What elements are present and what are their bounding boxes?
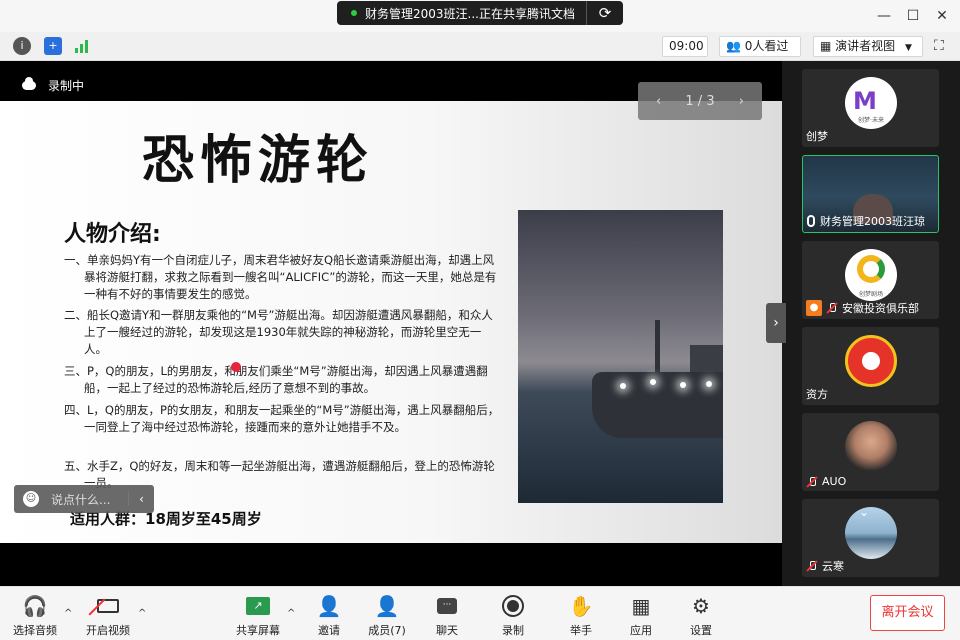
- participant-name: 资方: [806, 388, 828, 401]
- record-button[interactable]: 录制: [498, 594, 528, 638]
- grid-icon: ▦: [820, 39, 832, 53]
- invite-button[interactable]: 👤 邀请: [314, 594, 344, 638]
- avatar: M 创梦·未来: [845, 77, 897, 129]
- record-icon: [498, 594, 528, 618]
- collapse-chat-icon[interactable]: ‹: [128, 492, 154, 506]
- chat-input-box[interactable]: ☺ 说点什么... ‹: [14, 485, 154, 513]
- participant-tile[interactable]: M 创梦·未来 创梦: [802, 69, 939, 147]
- maximize-button[interactable]: ☐: [901, 4, 925, 28]
- settings-button[interactable]: ⚙ 设置: [686, 594, 716, 638]
- audio-options-caret[interactable]: ^: [64, 608, 72, 619]
- people-icon: 👥: [726, 39, 741, 53]
- participant-name: AUO: [822, 475, 847, 488]
- signal-icon[interactable]: [75, 39, 91, 53]
- character-paragraph: 二、船长Q邀请Y和一群朋友乘他的“M号”游艇出海。却因游艇遭遇风暴翻船，和众人上…: [64, 308, 493, 356]
- sharing-status-pill[interactable]: 财务管理2003班汪...正在共享腾讯文档 ⟳: [337, 1, 623, 25]
- members-icon: 👤: [374, 594, 400, 618]
- viewers-count[interactable]: 👥 0人看过: [719, 36, 801, 57]
- audio-button[interactable]: 🎧 选择音频: [12, 594, 58, 638]
- info-icon[interactable]: i: [13, 37, 31, 55]
- laser-pointer: [231, 362, 241, 372]
- mic-muted-icon: [806, 560, 818, 572]
- participant-name: 财务管理2003班汪琼: [820, 215, 925, 228]
- participant-name: 安徽投资俱乐部: [842, 302, 919, 315]
- participant-tile-active[interactable]: 财务管理2003班汪琼: [802, 155, 939, 233]
- meeting-timer: 09:00: [662, 36, 708, 57]
- camera-off-icon: [82, 594, 134, 618]
- chevron-down-icon[interactable]: ⌄: [859, 505, 869, 519]
- avatar: [845, 507, 897, 559]
- headset-icon: 🎧: [22, 594, 48, 618]
- character-paragraph: 一、单亲妈妈Y有一个自闭症儿子，周末君华被好友Q船长邀请乘游艇出海，却遇上风暴将…: [64, 253, 497, 301]
- members-button[interactable]: 👤 成员(7): [366, 594, 408, 638]
- close-button[interactable]: ✕: [930, 4, 954, 28]
- slide-subtitle: 人物介绍:: [64, 222, 161, 247]
- participant-name: 云寒: [822, 560, 844, 573]
- title-bar: 财务管理2003班汪...正在共享腾讯文档 ⟳ — ☐ ✕: [0, 0, 960, 32]
- view-mode-select[interactable]: ▦ 演讲者视图 ▼: [813, 36, 923, 57]
- prev-page-icon[interactable]: ‹: [656, 94, 661, 109]
- video-options-caret[interactable]: ^: [138, 608, 146, 619]
- mic-icon: [807, 215, 815, 227]
- mic-muted-icon: [806, 476, 818, 488]
- sharing-dot-icon: [351, 10, 357, 16]
- participant-tile[interactable]: ⌄ 云寒: [802, 499, 939, 577]
- add-user-icon: 👤: [316, 594, 342, 618]
- character-paragraph: 四、L，Q的朋友，P的女朋友，和朋友一起乘坐的“M号”游艇出海，遇上风暴翻船后，…: [64, 403, 500, 434]
- participant-tile[interactable]: AUO: [802, 413, 939, 491]
- page-indicator: 1 / 3: [685, 93, 715, 109]
- chat-icon: ···: [432, 594, 462, 618]
- switch-share-icon[interactable]: ⟳: [587, 4, 623, 22]
- participant-tile[interactable]: 创梦剧场 ● 安徽投资俱乐部: [802, 241, 939, 319]
- host-icon: ●: [806, 300, 822, 316]
- meeting-info-bar: i + 09:00 👥 0人看过 ▦ 演讲者视图 ▼ ⛶: [0, 32, 960, 61]
- avatar: [845, 335, 897, 387]
- sharing-status-text: 财务管理2003班汪...正在共享腾讯文档: [365, 6, 575, 21]
- share-screen-icon: ↗: [234, 594, 282, 618]
- chevron-down-icon: ▼: [905, 43, 912, 53]
- participant-tile[interactable]: 资方: [802, 327, 939, 405]
- shield-icon[interactable]: +: [44, 37, 62, 55]
- next-page-icon[interactable]: ›: [739, 94, 744, 109]
- avatar: 创梦剧场: [845, 249, 897, 301]
- avatar: [845, 421, 897, 473]
- slide-title: 恐怖游轮: [142, 131, 375, 191]
- gear-icon: ⚙: [692, 594, 710, 618]
- cloud-icon: [22, 77, 36, 90]
- mic-muted-icon: [826, 302, 838, 314]
- share-screen-button[interactable]: ↗ 共享屏幕: [234, 594, 282, 638]
- video-button[interactable]: 开启视频: [82, 594, 134, 638]
- share-options-caret[interactable]: ^: [287, 608, 295, 619]
- character-paragraph: 三、P，Q的朋友，L的男朋友，和朋友们乘坐“M号”游艇出海，却因遇上风暴遭遇翻船…: [64, 364, 488, 395]
- emoji-icon[interactable]: ☺: [23, 491, 39, 507]
- hand-icon: ✋: [568, 594, 594, 618]
- apps-button[interactable]: ▦ 应用: [626, 594, 656, 638]
- panel-toggle-handle[interactable]: ›: [766, 303, 786, 343]
- apps-grid-icon: ▦: [631, 594, 651, 618]
- raise-hand-button[interactable]: ✋ 举手: [566, 594, 596, 638]
- participant-name: 创梦: [806, 130, 828, 143]
- slide-pager[interactable]: ‹ 1 / 3 ›: [638, 82, 762, 120]
- chat-placeholder: 说点什么...: [51, 492, 111, 507]
- chat-button[interactable]: ··· 聊天: [432, 594, 462, 638]
- recording-indicator: 录制中: [22, 77, 84, 94]
- minimize-button[interactable]: —: [872, 4, 896, 28]
- fullscreen-icon[interactable]: ⛶: [934, 38, 944, 54]
- leave-meeting-button[interactable]: 离开会议: [870, 595, 945, 631]
